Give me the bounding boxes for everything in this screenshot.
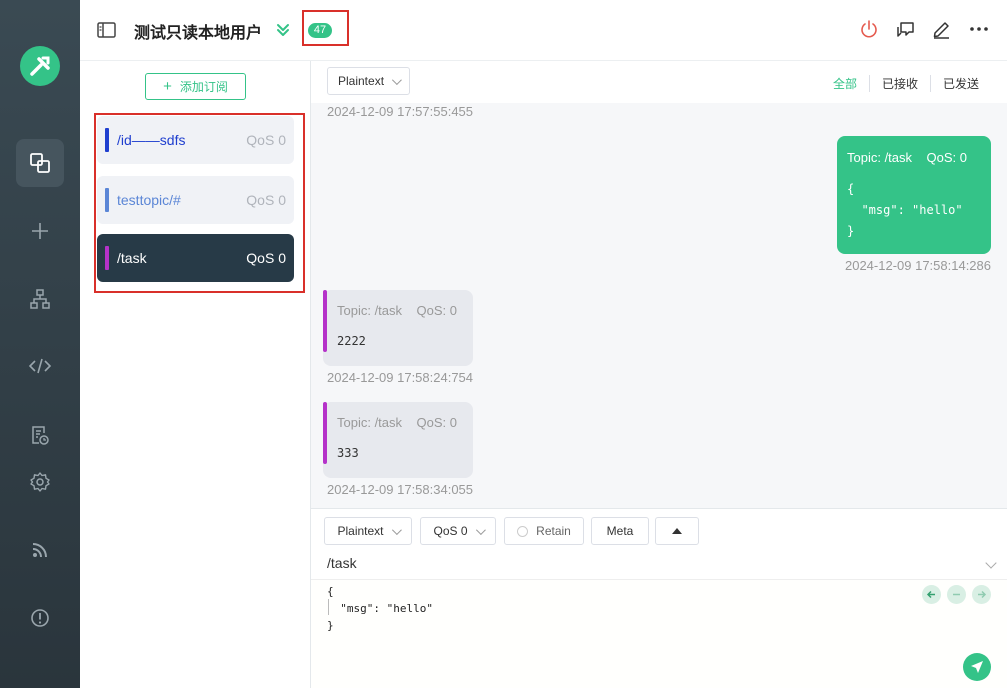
edit-icon[interactable] [931,19,951,39]
nav-new-connection[interactable] [16,207,64,255]
subscription-item[interactable]: /task QoS 0 [97,234,294,282]
message-payload: 2222 [337,334,366,348]
more-icon[interactable] [968,19,990,39]
chevron-down-icon [391,74,402,85]
retain-radio[interactable] [517,525,529,537]
received-message[interactable]: Topic: /task QoS: 0 333 [323,402,473,478]
nav-settings[interactable] [16,458,64,506]
subscription-topic: testtopic/# [117,192,181,208]
topic-color-bar [105,188,109,212]
topic-color-bar [323,402,327,464]
filter-all[interactable]: 全部 [821,75,869,92]
rss-icon [32,543,47,558]
nav-subscriptions-feed[interactable] [16,526,64,574]
plus-icon [32,223,48,239]
nav-connections[interactable] [16,139,64,187]
publish-format-value: Plaintext [337,524,384,538]
message-meta: Topic: /task QoS: 0 [847,150,967,165]
payload-editor[interactable]: { "msg": "hello" } [311,579,1007,688]
indent-guide [328,599,329,615]
subscription-qos: QoS 0 [246,132,286,148]
connections-icon [30,153,50,173]
chevron-down-icon [391,524,402,535]
code-icon [28,358,52,374]
chevron-double-down-icon[interactable] [276,22,290,38]
history-next-button[interactable] [972,585,991,604]
log-icon [32,426,49,445]
minus-icon [953,593,960,596]
app-logo[interactable] [20,46,60,86]
payload-format-select[interactable]: Plaintext [327,67,411,95]
filter-sent[interactable]: 已发送 [929,75,991,92]
caret-up-icon [672,528,682,534]
nav-scripts[interactable] [16,342,64,390]
topic-color-bar [323,290,327,352]
subscriptions-panel: + 添加订阅 /id——sdfs QoS 0 testtopic/# QoS 0/ta… [80,61,311,688]
connection-title: 测试只读本地用户 [134,25,263,42]
message-filter-tabs: 全部 已接收 已发送 [821,75,991,92]
publish-qos-value: QoS 0 [433,524,468,538]
logo-icon [30,56,50,76]
connection-header: 测试只读本地用户 47 [80,0,1007,61]
info-icon [31,609,49,627]
message-meta: Topic: /task QoS: 0 [337,415,457,430]
received-message[interactable]: Topic: /task QoS: 0 2222 [323,290,473,366]
arrow-right-icon [978,590,987,599]
message-toolbar: Plaintext 全部 已接收 已发送 [311,61,1007,103]
topology-icon [30,289,50,309]
message-meta: Topic: /task QoS: 0 [337,303,457,318]
highlight-box-count: 47 [302,10,349,46]
nav-rail [0,0,80,688]
chevron-down-icon [475,524,486,535]
sent-message[interactable]: Topic: /task QoS: 0 { "msg": "hello" } [837,136,991,254]
retain-label: Retain [536,524,571,538]
message-timestamp: 2024-12-09 17:58:34:055 [327,482,474,497]
chevron-down-icon[interactable] [985,557,997,569]
nav-log[interactable] [16,411,64,459]
arrow-left-icon [926,590,935,599]
subscription-topic: /task [117,250,147,266]
new-window-icon[interactable] [895,19,915,39]
history-prev-button[interactable] [922,585,941,604]
publish-qos-select[interactable]: QoS 0 [420,517,496,545]
retain-toggle[interactable]: Retain [504,517,584,545]
publish-topic-input[interactable]: /task [327,555,357,571]
topic-color-bar [105,128,109,152]
history-reset-button[interactable] [947,585,966,604]
subscription-item[interactable]: /id——sdfs QoS 0 [97,116,294,164]
topic-color-bar [105,246,109,270]
nav-about[interactable] [16,594,64,642]
send-icon [971,661,983,673]
meta-button[interactable]: Meta [591,517,649,545]
send-button[interactable] [963,653,991,681]
plus-icon: + [163,78,172,95]
meta-label: Meta [606,524,634,538]
message-area: Plaintext 全部 已接收 已发送 2024-12-09 17:57:55… [311,61,1007,688]
gear-icon [30,472,50,492]
message-timestamp: 2024-12-09 17:58:24:754 [327,370,474,385]
disconnect-power-icon[interactable] [859,19,879,39]
subscription-topic: /id——sdfs [117,132,186,148]
nav-topology[interactable] [16,275,64,323]
publish-format-select[interactable]: Plaintext [324,517,412,545]
subscription-item[interactable]: testtopic/# QoS 0 [97,176,294,224]
message-timestamp: 2024-12-09 17:58:14:286 [844,258,991,273]
add-subscription-button[interactable]: + 添加订阅 [145,73,246,100]
filter-received[interactable]: 已接收 [868,75,930,92]
message-timestamp: 2024-12-09 17:57:55:455 [327,104,474,118]
expand-composer-button[interactable] [655,517,699,545]
subscription-qos: QoS 0 [246,250,286,266]
message-payload: 333 [337,446,359,460]
sidebar-toggle-icon[interactable] [97,21,117,39]
subscription-qos: QoS 0 [246,192,286,208]
message-count-badge: 47 [308,23,332,38]
payload-format-value: Plaintext [338,74,385,88]
add-subscription-label: 添加订阅 [179,80,228,94]
publish-composer: Plaintext QoS 0 Retain Meta /task { "msg… [311,508,1007,688]
payload-editor-text[interactable]: { "msg": "hello" } [311,580,1007,637]
message-payload: { "msg": "hello" } [847,182,963,238]
